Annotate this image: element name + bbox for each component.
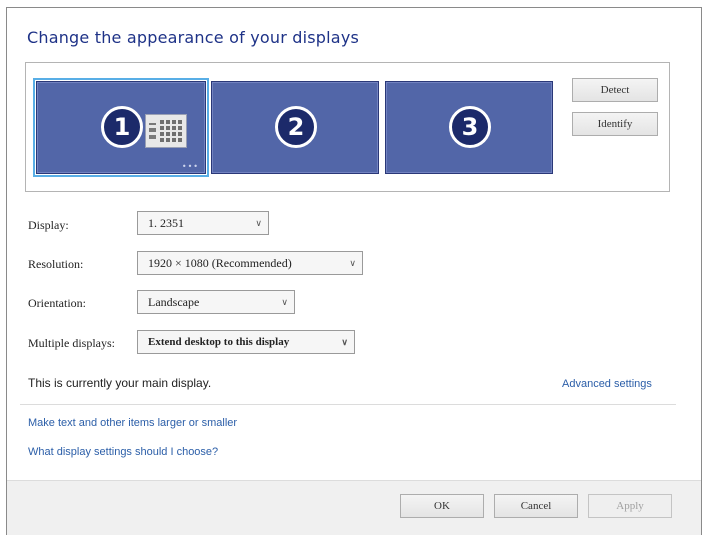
resolution-select[interactable]: 1920 × 1080 (Recommended) ∨ [137,251,363,275]
multiple-displays-label: Multiple displays: [28,336,115,350]
chevron-down-icon: ∨ [341,337,348,347]
display-select[interactable]: 1. 2351 ∨ [137,211,269,235]
more-dots-icon: ••• [181,162,199,171]
orientation-select-value: Landscape [148,295,200,309]
apply-button[interactable]: Apply [588,494,672,518]
identify-button[interactable]: Identify [572,112,658,136]
resolution-select-value: 1920 × 1080 (Recommended) [148,256,292,270]
monitor-number-badge: 2 [275,106,317,148]
cancel-button[interactable]: Cancel [494,494,578,518]
orientation-label: Orientation: [28,296,86,310]
detect-button[interactable]: Detect [572,78,658,102]
keypad-icon [145,114,187,148]
main-display-status: This is currently your main display. [28,376,212,390]
chevron-down-icon: ∨ [255,218,262,228]
display-label: Display: [28,218,69,232]
display-select-value: 1. 2351 [148,216,184,230]
larger-text-link[interactable]: Make text and other items larger or smal… [28,417,237,429]
monitor-number-badge: 3 [449,106,491,148]
chevron-down-icon: ∨ [349,258,356,268]
page-title: Change the appearance of your displays [27,28,360,47]
display-settings-help-link[interactable]: What display settings should I choose? [28,446,218,458]
multiple-displays-select-value: Extend desktop to this display [148,336,290,348]
monitor-number-badge: 1 [101,106,143,148]
advanced-settings-link[interactable]: Advanced settings [562,378,652,390]
monitor-2[interactable]: 2 [211,81,379,174]
divider [20,404,676,405]
multiple-displays-select[interactable]: Extend desktop to this display ∨ [137,330,355,354]
ok-button[interactable]: OK [400,494,484,518]
monitor-3[interactable]: 3 [385,81,553,174]
resolution-label: Resolution: [28,257,84,271]
monitor-1[interactable]: 1 ••• [33,78,209,177]
orientation-select[interactable]: Landscape ∨ [137,290,295,314]
chevron-down-icon: ∨ [281,297,288,307]
